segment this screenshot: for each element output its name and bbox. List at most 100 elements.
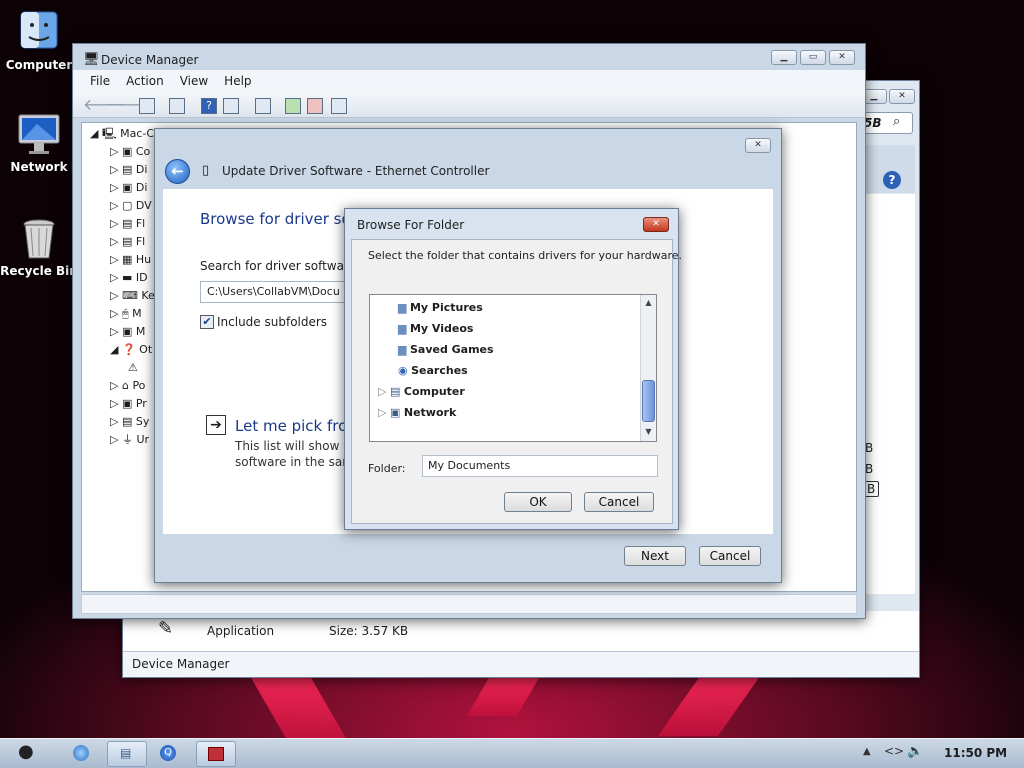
pick-arrow-icon[interactable]: ➔ xyxy=(206,415,226,435)
maximize-button[interactable]: ▭ xyxy=(800,50,826,65)
tree-item[interactable]: ▷ ▤ Di xyxy=(110,161,155,179)
details-pane: B B B xyxy=(863,194,915,594)
tree-item[interactable]: ▷ ⌨ Ke xyxy=(110,287,155,305)
next-button[interactable]: Next xyxy=(624,546,686,566)
desktop-icon-network[interactable]: Network xyxy=(0,112,79,174)
wizard-title: Update Driver Software - Ethernet Contro… xyxy=(222,164,490,178)
size-fragment: B xyxy=(865,462,874,476)
tree-item[interactable]: ◢ ❓ Ot xyxy=(110,341,155,359)
volume-muted-icon[interactable]: 🔈 xyxy=(907,744,923,759)
scroll-down-arrow-icon[interactable]: ▼ xyxy=(642,425,655,439)
wallpaper-streak xyxy=(657,676,760,736)
help-icon[interactable]: ? xyxy=(883,171,901,189)
network-tray-icon[interactable]: <> xyxy=(884,744,904,758)
path-value: C:\Users\CollabVM\Docu xyxy=(207,285,340,298)
properties-icon[interactable] xyxy=(139,98,155,114)
computer-icon: ▤ xyxy=(389,385,401,398)
close-button[interactable]: ✕ xyxy=(829,50,855,65)
tree-item[interactable]: ▷ ▤ Fl xyxy=(110,233,155,251)
finder-icon xyxy=(17,10,61,54)
uninstall-icon[interactable] xyxy=(307,98,323,114)
list-icon[interactable] xyxy=(169,98,185,114)
tree-item[interactable]: ▷ ▦ Hu xyxy=(110,251,155,269)
back-arrow-icon[interactable]: ← xyxy=(165,159,190,184)
expand-arrow-icon[interactable]: ▷ xyxy=(378,406,386,419)
disable-icon[interactable] xyxy=(331,98,347,114)
search-box[interactable]: 5B ⌕ xyxy=(859,112,913,134)
help-icon[interactable]: ? xyxy=(201,98,217,114)
tree-item[interactable]: ▷ ⏚ Ur xyxy=(110,431,155,449)
menu-help[interactable]: Help xyxy=(224,74,251,88)
status-bar xyxy=(81,594,857,614)
scroll-up-arrow-icon[interactable]: ▲ xyxy=(642,296,655,310)
tree-item[interactable]: ▷ ▤ Fl xyxy=(110,215,155,233)
pick-title[interactable]: Let me pick from xyxy=(235,417,362,435)
folder-item-my-videos[interactable]: ▆ My Videos xyxy=(398,318,494,339)
folder-item-computer[interactable]: ▷ ▤ Computer xyxy=(378,381,465,402)
file-type: Application xyxy=(207,624,275,638)
menu-action[interactable]: Action xyxy=(126,74,164,88)
desktop-icon-recycle-bin[interactable]: Recycle Bin xyxy=(0,216,79,278)
scan-hardware-icon[interactable] xyxy=(255,98,271,114)
apple-start-icon[interactable]: ● xyxy=(18,741,34,762)
close-button[interactable]: ✕ xyxy=(889,89,915,104)
ok-button[interactable]: OK xyxy=(504,492,572,512)
search-icon[interactable]: Q xyxy=(160,745,176,761)
show-hidden-icons-icon[interactable]: ▲ xyxy=(863,746,871,757)
search-icon: ⌕ xyxy=(893,114,901,129)
folder-list-lower: ▷ ▤ Computer ▷ ▣ Network xyxy=(378,381,465,423)
view-icon[interactable] xyxy=(223,98,239,114)
browse-folder-dialog[interactable]: Browse For Folder ✕ Select the folder th… xyxy=(344,208,682,530)
desktop-icon-computer[interactable]: Computer xyxy=(0,10,79,72)
update-driver-icon[interactable] xyxy=(285,98,301,114)
taskbar: ● ▤ Q ▲ <> 🔈 11:50 PM xyxy=(0,738,1024,768)
wallpaper-streak xyxy=(466,676,540,716)
tree-item[interactable]: ▷ ⌂ Po xyxy=(110,377,155,395)
tree-item[interactable]: ▷ ▣ M xyxy=(110,323,155,341)
expand-arrow-icon[interactable]: ▷ xyxy=(378,385,386,398)
menu-file[interactable]: File xyxy=(90,74,110,88)
window-title: Device Manager xyxy=(101,53,199,67)
scroll-thumb[interactable] xyxy=(642,380,655,422)
wallpaper-streak xyxy=(250,676,351,746)
folder-label: Folder: xyxy=(368,462,406,475)
file-size: Size: 3.57 KB xyxy=(329,624,409,638)
folder-input[interactable]: My Documents xyxy=(422,455,658,477)
taskbar-item-explorer[interactable]: ▤ xyxy=(107,741,147,767)
scrollbar[interactable]: ▲ ▼ xyxy=(640,295,656,441)
menu-view[interactable]: View xyxy=(180,74,208,88)
tree-item[interactable]: ▷ 🖱 M xyxy=(110,305,155,323)
close-button[interactable]: ✕ xyxy=(745,138,771,153)
clock[interactable]: 11:50 PM xyxy=(944,746,1007,760)
close-button[interactable]: ✕ xyxy=(643,217,669,232)
taskbar-item-device-manager[interactable] xyxy=(196,741,236,767)
minimize-button[interactable]: ▁ xyxy=(771,50,797,65)
application-icon: ✎ xyxy=(158,618,174,639)
folder-item-saved-games[interactable]: ▆ Saved Games xyxy=(398,339,494,360)
path-input[interactable]: C:\Users\CollabVM\Docu xyxy=(200,281,360,303)
recycle-bin-icon xyxy=(17,216,61,260)
folder-item-searches[interactable]: ◉ Searches xyxy=(398,360,494,381)
cancel-button[interactable]: Cancel xyxy=(699,546,761,566)
dialog-title: Browse For Folder xyxy=(357,218,465,232)
tree-item[interactable]: ▷ ▣ Pr xyxy=(110,395,155,413)
folder-item-network[interactable]: ▷ ▣ Network xyxy=(378,402,465,423)
browser-icon[interactable] xyxy=(73,745,89,761)
folder-item-my-pictures[interactable]: ▆ My Pictures xyxy=(398,297,494,318)
tree-item[interactable]: ▷ ▣ Di xyxy=(110,179,155,197)
folder-icon: ▆ xyxy=(398,343,407,356)
folder-tree[interactable]: ▆ My Pictures ▆ My Videos ▆ Saved Games … xyxy=(369,294,657,442)
tree-item[interactable]: ▷ ▢ DV xyxy=(110,197,155,215)
tree-item-ethernet[interactable]: ⚠ xyxy=(110,359,155,377)
folder-icon: ▆ xyxy=(398,301,407,314)
tree-item[interactable]: ▷ ▤ Sy xyxy=(110,413,155,431)
tree-item[interactable]: ▷ ▬ ID xyxy=(110,269,155,287)
wizard-heading: Browse for driver sof xyxy=(200,210,356,228)
network-icon: ▣ xyxy=(389,406,401,419)
include-subfolders-checkbox[interactable]: ✔ xyxy=(200,315,214,329)
folder-value: My Documents xyxy=(428,459,511,472)
tree-item[interactable]: ▷ ▣ Co xyxy=(110,143,155,161)
tree-root[interactable]: ◢ 🖳 Mac-C xyxy=(90,125,154,143)
cancel-button[interactable]: Cancel xyxy=(584,492,654,512)
status-text: Device Manager xyxy=(132,657,230,671)
